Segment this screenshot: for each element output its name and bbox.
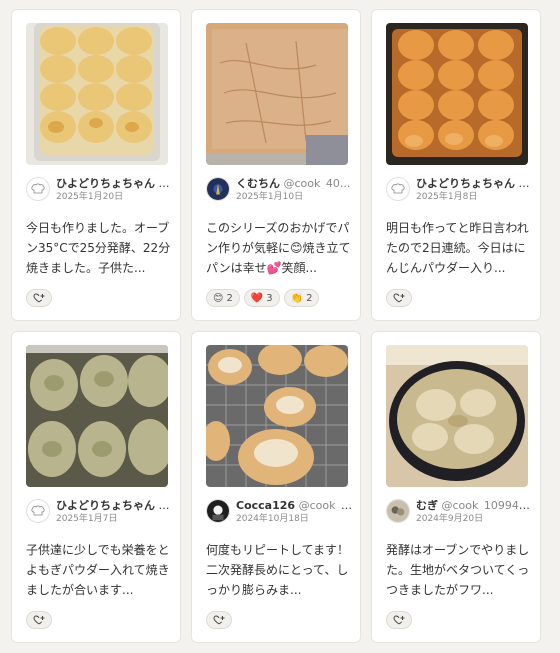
post-photo[interactable] bbox=[206, 345, 348, 487]
post-text[interactable]: 子供達に少しでも栄養をとよもぎパウダー入れて焼きましたが合います... bbox=[26, 540, 174, 600]
user-id: @... bbox=[518, 178, 533, 189]
user-id: @... bbox=[158, 178, 173, 189]
reaction-bar bbox=[26, 289, 52, 307]
post-date: 2025年1月20日 bbox=[56, 192, 124, 202]
heart-plus-icon bbox=[33, 615, 45, 625]
post-photo[interactable] bbox=[386, 345, 528, 487]
user-name: ひよどりちょちゃん bbox=[56, 178, 155, 189]
user-photo-icon bbox=[206, 499, 230, 523]
reaction-bar: 😊 2 ❤️ 3 👏 2 bbox=[206, 289, 320, 307]
post-date: 2025年1月8日 bbox=[416, 192, 478, 202]
reaction-count: 2 bbox=[226, 292, 233, 304]
user-name: Cocca126 bbox=[236, 500, 296, 511]
post-author[interactable]: Cocca126 @cook_4... 2024年10月18日 bbox=[206, 499, 352, 527]
post-author[interactable]: ひよどりちょちゃん @... 2025年1月7日 bbox=[26, 499, 172, 527]
post-card[interactable]: ひよどりちょちゃん @... 2025年1月20日 今日も作りました。オーブン3… bbox=[11, 9, 181, 321]
post-text[interactable]: 今日も作りました。オーブン35°Cで25分発酵、22分焼きました。子供た... bbox=[26, 218, 174, 278]
post-photo[interactable] bbox=[26, 23, 168, 165]
user-name: くむちん bbox=[236, 178, 280, 189]
reaction-heart-button[interactable]: ❤️ 3 bbox=[243, 289, 280, 307]
post-date: 2025年1月10日 bbox=[236, 192, 304, 202]
reaction-bar bbox=[206, 611, 232, 629]
post-text[interactable]: 明日も作ってと昨日言われたので2日連続。今日はにんじんパウダー入り... bbox=[386, 218, 534, 278]
post-date: 2024年9月20日 bbox=[416, 514, 484, 524]
user-id: @... bbox=[158, 500, 173, 511]
heart-plus-icon bbox=[33, 293, 45, 303]
post-photo[interactable] bbox=[26, 345, 168, 487]
user-name: ひよどりちょちゃん bbox=[416, 178, 515, 189]
reaction-bar bbox=[386, 289, 412, 307]
reaction-smile-button[interactable]: 😊 2 bbox=[206, 289, 240, 307]
post-card[interactable]: むぎ @cook_109940... 2024年9月20日 発酵はオーブンでやり… bbox=[371, 331, 541, 643]
post-date: 2025年1月7日 bbox=[56, 514, 118, 524]
post-card[interactable]: ひよどりちょちゃん @... 2025年1月7日 子供達に少しでも栄養をとよもぎ… bbox=[11, 331, 181, 643]
user-id: @cook_109940... bbox=[441, 500, 533, 511]
chef-hat-icon bbox=[386, 177, 410, 201]
add-reaction-button[interactable] bbox=[26, 611, 52, 629]
post-card[interactable]: Cocca126 @cook_4... 2024年10月18日 何度もリピートし… bbox=[191, 331, 361, 643]
post-text[interactable]: 発酵はオーブンでやりました。生地がベタついてくっつきましたがフワ... bbox=[386, 540, 534, 600]
reaction-count: 2 bbox=[306, 292, 313, 304]
chef-hat-icon bbox=[26, 177, 50, 201]
add-reaction-button[interactable] bbox=[386, 611, 412, 629]
user-name: ひよどりちょちゃん bbox=[56, 500, 155, 511]
post-text[interactable]: このシリーズのおかげでパン作りが気軽に😊焼き立てパンは幸せ💕笑顔... bbox=[206, 218, 354, 278]
post-card[interactable]: ひよどりちょちゃん @... 2025年1月8日 明日も作ってと昨日言われたので… bbox=[371, 9, 541, 321]
post-card[interactable]: くむちん @cook_40... 2025年1月10日 このシリーズのおかげでパ… bbox=[191, 9, 361, 321]
reaction-bar bbox=[386, 611, 412, 629]
post-author[interactable]: ひよどりちょちゃん @... 2025年1月20日 bbox=[26, 177, 172, 205]
post-date: 2024年10月18日 bbox=[236, 514, 309, 524]
post-author[interactable]: くむちん @cook_40... 2025年1月10日 bbox=[206, 177, 352, 205]
user-id: @cook_40... bbox=[283, 178, 351, 189]
add-reaction-button[interactable] bbox=[206, 611, 232, 629]
post-grid: ひよどりちょちゃん @... 2025年1月20日 今日も作りました。オーブン3… bbox=[11, 9, 541, 643]
smile-emoji-icon: 😊 bbox=[213, 292, 224, 304]
user-photo-icon bbox=[386, 499, 410, 523]
post-author[interactable]: ひよどりちょちゃん @... 2025年1月8日 bbox=[386, 177, 532, 205]
heart-plus-icon bbox=[213, 615, 225, 625]
heart-plus-icon bbox=[393, 293, 405, 303]
user-photo-icon bbox=[206, 177, 230, 201]
post-photo[interactable] bbox=[206, 23, 348, 165]
user-name: むぎ bbox=[416, 500, 438, 511]
post-photo[interactable] bbox=[386, 23, 528, 165]
heart-emoji-icon: ❤️ bbox=[250, 292, 264, 304]
reaction-clap-button[interactable]: 👏 2 bbox=[283, 289, 320, 307]
post-author[interactable]: むぎ @cook_109940... 2024年9月20日 bbox=[386, 499, 532, 527]
post-text[interactable]: 何度もリピートしてます！二次発酵長めにとって、しっかり膨らみま... bbox=[206, 540, 354, 600]
reaction-count: 3 bbox=[266, 292, 273, 304]
reaction-bar bbox=[26, 611, 52, 629]
add-reaction-button[interactable] bbox=[26, 289, 52, 307]
clap-emoji-icon: 👏 bbox=[290, 292, 304, 304]
add-reaction-button[interactable] bbox=[386, 289, 412, 307]
chef-hat-icon bbox=[26, 499, 50, 523]
heart-plus-icon bbox=[393, 615, 405, 625]
user-id: @cook_4... bbox=[298, 500, 352, 511]
